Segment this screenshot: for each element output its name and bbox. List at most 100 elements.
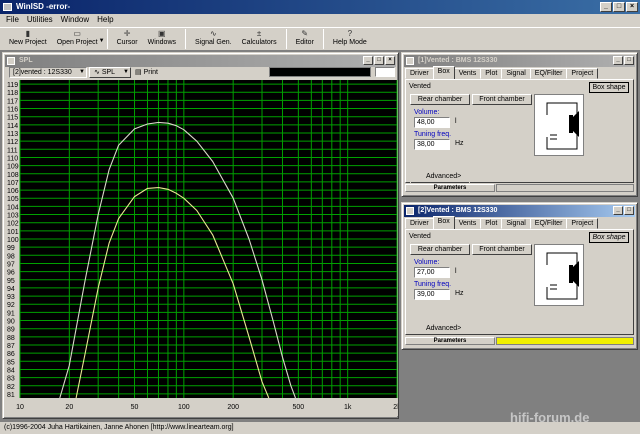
close-button[interactable]: × xyxy=(626,2,638,12)
tab-project[interactable]: Project xyxy=(566,68,599,79)
tab-eq-filter[interactable]: EQ/Filter xyxy=(529,68,568,79)
front-chamber-button[interactable]: Front chamber xyxy=(472,244,532,255)
toolbar-separator xyxy=(185,29,187,49)
graph-icon: ∿ xyxy=(94,69,100,76)
status-indicator-2 xyxy=(496,337,634,345)
front-chamber-button[interactable]: Front chamber xyxy=(472,94,532,105)
minimize-button[interactable]: _ xyxy=(600,2,612,12)
tab-box[interactable]: Box xyxy=(432,66,455,79)
y-tick-label: 109 xyxy=(7,164,19,171)
tab-vents[interactable]: Vents xyxy=(453,218,482,229)
box-shape-button[interactable]: Box shape xyxy=(589,82,629,93)
y-tick-label: 91 xyxy=(7,310,15,317)
tab-driver[interactable]: Driver xyxy=(405,218,434,229)
y-tick-label: 112 xyxy=(7,139,18,146)
tab-box[interactable]: Box xyxy=(432,216,455,229)
tuning-unit: Hz xyxy=(455,140,464,147)
y-tick-label: 94 xyxy=(7,286,15,293)
y-tick-label: 103 xyxy=(7,213,19,220)
spl-window-title: SPL xyxy=(19,57,33,64)
y-tick-label: 87 xyxy=(7,343,15,350)
tuning-label: Tuning freq. xyxy=(414,281,452,288)
spl-chart[interactable]: 8182838485868788899091929394959697989910… xyxy=(6,80,398,416)
y-tick-label: 89 xyxy=(7,327,15,334)
box-window-1-icon xyxy=(406,57,414,65)
y-tick-label: 107 xyxy=(7,180,19,187)
y-tick-label: 108 xyxy=(7,172,19,179)
spl-close-button[interactable]: × xyxy=(385,56,395,65)
y-tick-label: 106 xyxy=(7,188,19,195)
spl-maximize-button[interactable]: □ xyxy=(374,56,384,65)
y-tick-label: 110 xyxy=(7,155,18,162)
menu-file[interactable]: File xyxy=(6,14,19,26)
menu-help[interactable]: Help xyxy=(97,14,113,26)
y-tick-label: 100 xyxy=(7,237,19,244)
spl-minimize-button[interactable]: _ xyxy=(363,56,373,65)
tuning-field[interactable]: 38,00 xyxy=(414,139,450,150)
rear-chamber-button[interactable]: Rear chamber xyxy=(410,244,470,255)
app-title-bar: WinISD -error- _ □ × xyxy=(0,0,640,14)
tab-plot[interactable]: Plot xyxy=(480,218,503,229)
tuning-field[interactable]: 39,00 xyxy=(414,289,450,300)
y-tick-label: 96 xyxy=(7,270,15,277)
app-title: WinISD -error- xyxy=(16,2,71,11)
signal-generator-icon: ∿ xyxy=(209,29,217,38)
spl-window-title-bar[interactable]: SPL _ □ × xyxy=(5,55,396,67)
editor-button[interactable]: ✎ Editor xyxy=(291,28,319,51)
box-window-1-title: [1]Vented : BMS 12S330 xyxy=(418,57,498,64)
tab-project[interactable]: Project xyxy=(566,218,599,229)
readout-box-small xyxy=(375,67,395,77)
graph-select[interactable]: ∿ SPL ▼ xyxy=(89,67,131,78)
y-tick-label: 98 xyxy=(7,253,15,260)
box-diagram-icon xyxy=(546,252,579,300)
parameters-tab-2[interactable]: Parameters xyxy=(405,337,495,345)
y-tick-label: 95 xyxy=(7,278,15,285)
cursor-button[interactable]: ✛ Cursor xyxy=(112,28,143,51)
new-project-button[interactable]: ▮ New Project xyxy=(4,28,52,51)
menu-window[interactable]: Window xyxy=(61,14,89,26)
box1-minimize-button[interactable]: _ xyxy=(613,56,623,65)
editor-icon: ✎ xyxy=(301,29,309,38)
toolbar: ▮ New Project ▭ Open Project ▼ ✛ Cursor ▣ Win… xyxy=(0,27,640,51)
tab-signal[interactable]: Signal xyxy=(501,68,531,79)
x-tick-label: 100 xyxy=(178,404,190,411)
volume-field[interactable]: 48,00 xyxy=(414,117,450,128)
windows-icon: ▣ xyxy=(158,29,166,38)
menu-bar: File Utilities Window Help xyxy=(0,14,640,26)
x-tick-label: 20 xyxy=(65,404,73,411)
box1-maximize-button[interactable]: □ xyxy=(624,56,634,65)
help-mode-button[interactable]: ? Help Mode xyxy=(328,28,372,51)
box-panel-2: Vented Box shape Rear chamber Front cham… xyxy=(405,229,634,335)
y-tick-label: 113 xyxy=(7,131,18,138)
tab-eq-filter[interactable]: EQ/Filter xyxy=(529,218,568,229)
tab-signal[interactable]: Signal xyxy=(501,218,531,229)
project-select[interactable]: [2]vented : 12S330 ▼ xyxy=(9,67,87,78)
advanced-link[interactable]: Advanced> xyxy=(426,173,461,180)
volume-field[interactable]: 27,00 xyxy=(414,267,450,278)
chevron-down-icon: ▼ xyxy=(79,69,85,75)
chamber-params-1: Volume: 48,00 l Tuning freq. 38,00 Hz Ad… xyxy=(410,106,470,184)
tuning-unit: Hz xyxy=(455,290,464,297)
windows-button[interactable]: ▣ Windows xyxy=(143,28,181,51)
menu-utilities[interactable]: Utilities xyxy=(27,14,53,26)
calculators-button[interactable]: ± Calculators xyxy=(237,28,282,51)
chevron-down-icon: ▼ xyxy=(123,69,129,75)
rear-chamber-button[interactable]: Rear chamber xyxy=(410,94,470,105)
advanced-link[interactable]: Advanced> xyxy=(426,325,461,332)
box-diagram-1 xyxy=(534,94,584,156)
cursor-icon: ✛ xyxy=(123,29,131,38)
signal-generator-button[interactable]: ∿ Signal Gen. xyxy=(190,28,237,51)
print-button[interactable]: ▤ Print xyxy=(135,67,169,78)
maximize-button[interactable]: □ xyxy=(613,2,625,12)
parameters-tab-1[interactable]: Parameters xyxy=(405,184,495,192)
open-project-button[interactable]: ▭ Open Project ▼ xyxy=(52,28,105,51)
box2-maximize-button[interactable]: □ xyxy=(624,206,634,215)
tab-driver[interactable]: Driver xyxy=(405,68,434,79)
box2-minimize-button[interactable]: _ xyxy=(613,206,623,215)
tab-vents[interactable]: Vents xyxy=(453,68,482,79)
box-shape-button[interactable]: Box shape xyxy=(589,232,629,243)
chevron-down-icon[interactable]: ▼ xyxy=(99,38,105,44)
tab-plot[interactable]: Plot xyxy=(480,68,503,79)
y-tick-label: 97 xyxy=(7,261,15,268)
y-tick-label: 86 xyxy=(7,351,15,358)
